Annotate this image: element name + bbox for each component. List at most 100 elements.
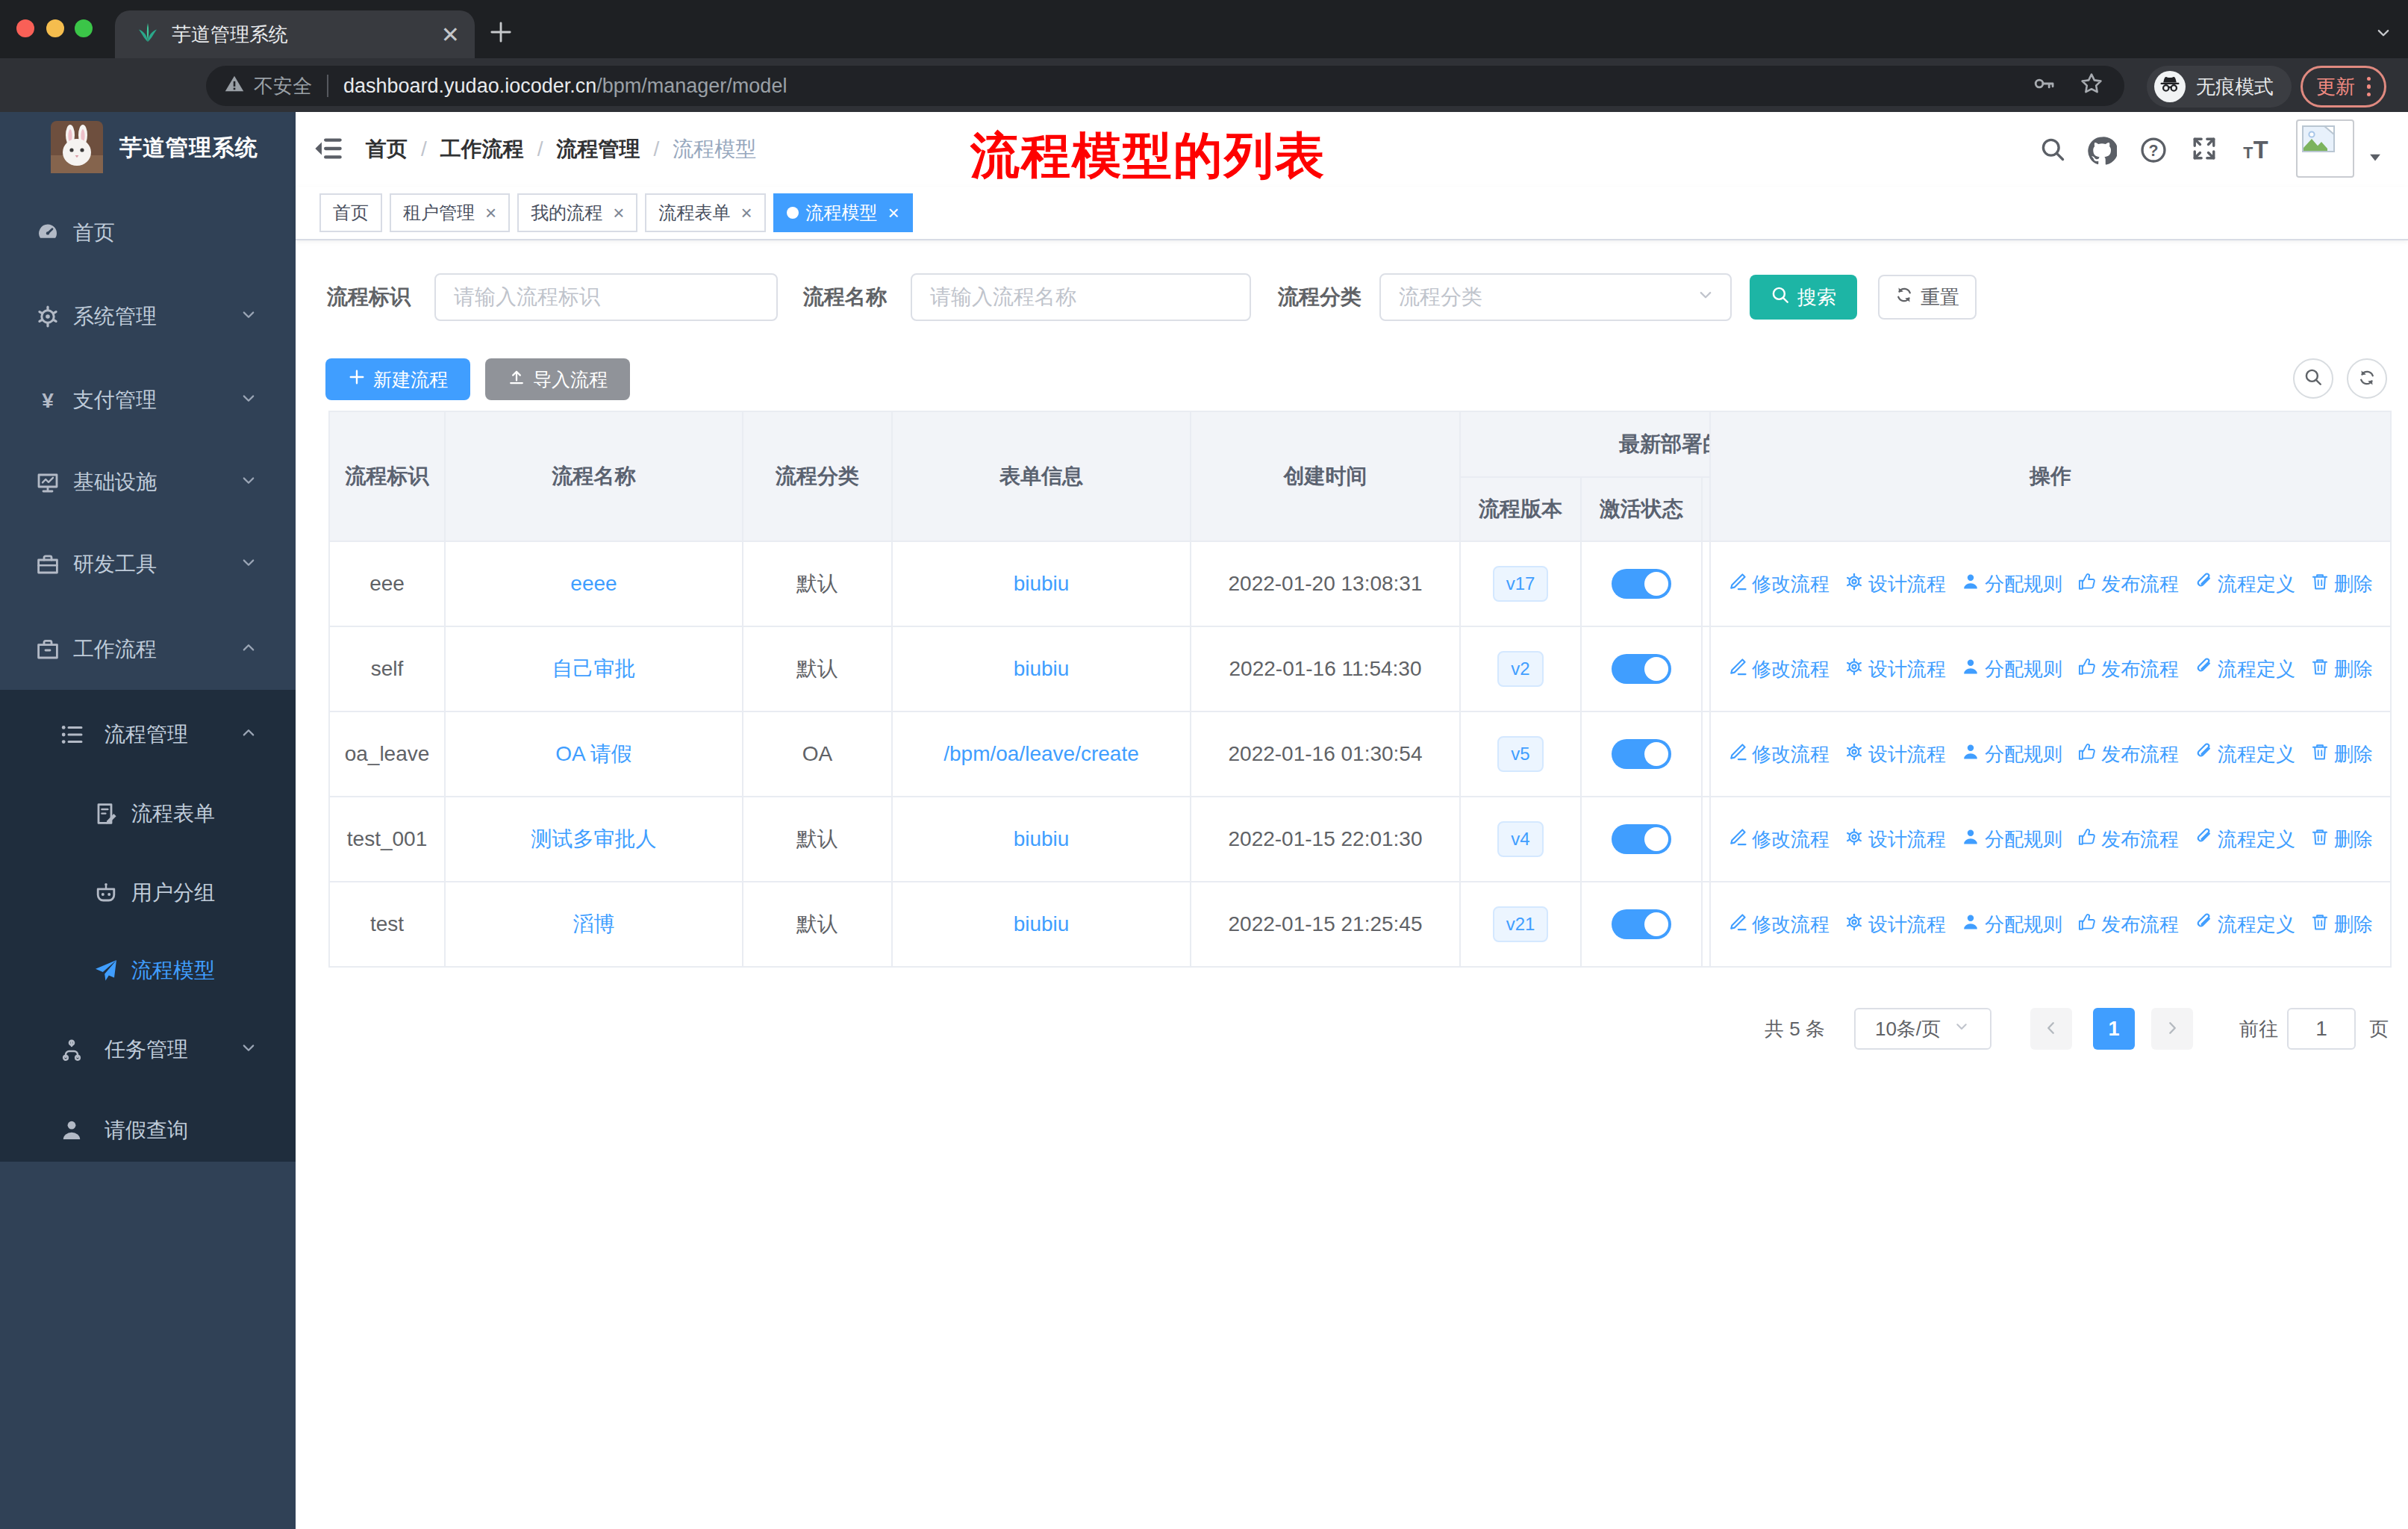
password-key-icon[interactable] [2033,72,2056,100]
app-logo[interactable]: 芋道管理系统 [0,112,296,182]
filter-name-input[interactable]: 请输入流程名称 [911,273,1251,321]
browser-tab[interactable]: 芋道管理系统 ✕ [115,10,475,58]
filter-category-select[interactable]: 流程分类 [1379,273,1732,321]
action-修改流程[interactable]: 修改流程 [1728,741,1830,767]
action-分配规则[interactable]: 分配规则 [1961,826,2062,853]
active-toggle[interactable] [1612,654,1671,684]
action-发布流程[interactable]: 发布流程 [2077,571,2179,597]
action-修改流程[interactable]: 修改流程 [1728,912,1830,938]
action-流程定义[interactable]: 流程定义 [2194,826,2295,853]
search-button[interactable]: 搜索 [1750,275,1857,320]
action-删除[interactable]: 删除 [2310,741,2373,767]
tab-close-icon[interactable]: ✕ [441,22,460,48]
next-page-button[interactable] [2151,1008,2193,1050]
user-menu-caret-icon[interactable] [2368,143,2383,171]
help-icon[interactable]: ? [2139,136,2168,170]
maximize-window-button[interactable] [75,19,93,37]
minimize-window-button[interactable] [46,19,64,37]
action-流程定义[interactable]: 流程定义 [2194,571,2295,597]
create-process-button[interactable]: 新建流程 [325,358,470,400]
sidebar-toggle-icon[interactable] [314,134,342,169]
sidebar-item-系统管理[interactable]: 系统管理 [0,284,296,349]
action-分配规则[interactable]: 分配规则 [1961,741,2062,767]
action-流程定义[interactable]: 流程定义 [2194,741,2295,767]
browser-update-button[interactable]: 更新 [2301,66,2386,108]
sidebar-item-研发工具[interactable]: 研发工具 [0,532,296,597]
bookmark-star-icon[interactable] [2080,72,2103,101]
action-修改流程[interactable]: 修改流程 [1728,571,1830,597]
action-发布流程[interactable]: 发布流程 [2077,826,2179,853]
browser-menu-icon[interactable] [2367,77,2371,96]
sidebar-item-首页[interactable]: 首页 [0,200,296,266]
cell-form-link[interactable]: /bpm/oa/leave/create [892,711,1191,797]
action-流程定义[interactable]: 流程定义 [2194,912,2295,938]
action-设计流程[interactable]: 设计流程 [1844,912,1946,938]
action-发布流程[interactable]: 发布流程 [2077,741,2179,767]
action-删除[interactable]: 删除 [2310,571,2373,597]
close-icon[interactable]: × [485,202,496,225]
sidebar-item-任务管理[interactable]: 任务管理 [0,1017,296,1083]
action-删除[interactable]: 删除 [2310,826,2373,853]
action-设计流程[interactable]: 设计流程 [1844,741,1946,767]
action-设计流程[interactable]: 设计流程 [1844,826,1946,853]
active-toggle[interactable] [1612,569,1671,599]
action-分配规则[interactable]: 分配规则 [1961,912,2062,938]
tab-search-icon[interactable] [2374,21,2393,49]
action-发布流程[interactable]: 发布流程 [2077,656,2179,682]
prev-page-button[interactable] [2030,1008,2072,1050]
current-page-button[interactable]: 1 [2093,1008,2135,1050]
cell-name-link[interactable]: OA 请假 [445,711,743,797]
action-设计流程[interactable]: 设计流程 [1844,656,1946,682]
action-发布流程[interactable]: 发布流程 [2077,912,2179,938]
action-删除[interactable]: 删除 [2310,656,2373,682]
action-设计流程[interactable]: 设计流程 [1844,571,1946,597]
cell-form-link[interactable]: biubiu [892,797,1191,882]
sidebar-item-流程表单[interactable]: 流程表单 [0,781,296,847]
active-toggle[interactable] [1612,739,1671,769]
close-window-button[interactable] [16,19,34,37]
sidebar-item-工作流程[interactable]: 工作流程 [0,617,296,682]
sidebar-item-用户分组[interactable]: 用户分组 [0,860,296,926]
goto-page-input[interactable]: 1 [2287,1008,2356,1050]
address-bar[interactable]: 不安全 dashboard.yudao.iocoder.cn/bpm/manag… [206,66,2124,106]
close-icon[interactable]: × [613,202,624,225]
cell-name-link[interactable]: 测试多审批人 [445,797,743,882]
github-icon[interactable] [2087,136,2117,172]
close-icon[interactable]: × [740,202,752,225]
search-icon[interactable] [2039,136,2066,169]
tag-流程表单[interactable]: 流程表单× [645,193,765,232]
fullscreen-icon[interactable] [2192,136,2217,167]
page-size-select[interactable]: 10条/页 [1854,1008,1991,1050]
sidebar-item-请假查询[interactable]: 请假查询 [0,1097,296,1163]
tag-首页[interactable]: 首页 [319,193,382,232]
breadcrumb-item[interactable]: 流程管理 [557,135,640,164]
close-icon[interactable]: × [888,202,899,225]
filter-id-input[interactable]: 请输入流程标识 [434,273,778,321]
reset-button[interactable]: 重置 [1878,275,1977,320]
action-分配规则[interactable]: 分配规则 [1961,571,2062,597]
cell-form-link[interactable]: biubiu [892,541,1191,626]
cell-name-link[interactable]: eeee [445,541,743,626]
breadcrumb-item[interactable]: 工作流程 [440,135,524,164]
show-search-button[interactable] [2293,358,2333,399]
action-修改流程[interactable]: 修改流程 [1728,826,1830,853]
cell-form-link[interactable]: biubiu [892,626,1191,711]
sidebar-item-流程管理[interactable]: 流程管理 [0,702,296,767]
new-tab-button[interactable] [490,21,512,49]
tag-租户管理[interactable]: 租户管理× [390,193,510,232]
action-删除[interactable]: 删除 [2310,912,2373,938]
action-分配规则[interactable]: 分配规则 [1961,656,2062,682]
cell-name-link[interactable]: 滔博 [445,882,743,967]
sidebar-item-基础设施[interactable]: 基础设施 [0,449,296,515]
refresh-table-button[interactable] [2347,358,2387,399]
tag-流程模型[interactable]: 流程模型× [773,193,913,232]
import-process-button[interactable]: 导入流程 [485,358,630,400]
tag-我的流程[interactable]: 我的流程× [517,193,637,232]
active-toggle[interactable] [1612,909,1671,939]
breadcrumb-item[interactable]: 首页 [366,135,408,164]
active-toggle[interactable] [1612,824,1671,854]
font-size-icon[interactable]: TT [2242,136,2269,169]
cell-form-link[interactable]: biubiu [892,882,1191,967]
cell-name-link[interactable]: 自己审批 [445,626,743,711]
user-avatar[interactable] [2296,119,2354,178]
